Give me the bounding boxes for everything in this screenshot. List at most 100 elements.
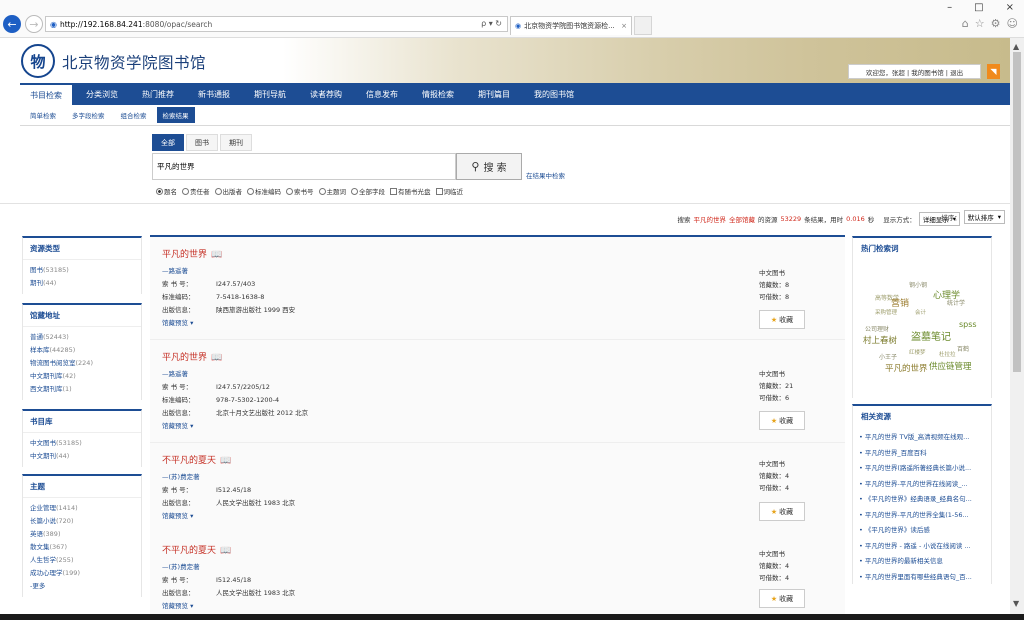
settings-gear-icon[interactable]: ⚙ <box>991 17 1001 30</box>
scroll-thumb[interactable] <box>1013 52 1021 372</box>
facet-item[interactable]: 中文图书(53185) <box>30 437 134 450</box>
nav-my-library[interactable]: 我的图书馆 <box>524 83 584 105</box>
favorites-star-icon[interactable]: ☆ <box>975 17 985 30</box>
tab-all[interactable]: 全部 <box>152 134 184 151</box>
holdings-preview-toggle[interactable]: 馆藏预览 ▾ <box>162 420 193 430</box>
facet-item[interactable]: 散文集(367) <box>30 541 134 554</box>
search-in-results-link[interactable]: 在结果中检索 <box>526 170 565 180</box>
cloud-word[interactable]: 采购管理 <box>875 308 897 316</box>
related-link[interactable]: 平凡的世界的最新相关信息 <box>859 554 985 570</box>
facet-item[interactable]: 物流图书阅览室(224) <box>30 357 134 370</box>
cloud-word[interactable]: 会计 <box>915 308 926 316</box>
related-link[interactable]: 平凡的世界里面有哪些经典语句_百... <box>859 570 985 586</box>
result-author[interactable]: —路遥著 <box>162 368 188 378</box>
home-icon[interactable]: ⌂ <box>962 17 969 30</box>
nav-journal-guide[interactable]: 期刊导航 <box>244 83 296 105</box>
facet-item[interactable]: 长篇小说(720) <box>30 515 134 528</box>
radio-author[interactable]: 责任者 <box>182 186 210 196</box>
cloud-word[interactable]: 小王子 <box>879 352 897 361</box>
vertical-scrollbar[interactable]: ▲ ▼ <box>1010 38 1024 620</box>
tab-books[interactable]: 图书 <box>186 134 218 151</box>
facet-item[interactable]: 西文期刊库(1) <box>30 383 134 396</box>
radio-call-number[interactable]: 索书号 <box>286 186 314 196</box>
result-title[interactable]: 平凡的世界 📖 <box>162 247 222 260</box>
holdings-preview-toggle[interactable]: 馆藏预览 ▾ <box>162 510 193 520</box>
subnav-multi-field-search[interactable]: 多字段检索 <box>72 110 105 120</box>
related-link[interactable]: 平凡的世界-平凡的世界全集(1-56... <box>859 508 985 524</box>
favorite-button[interactable]: ★ 收藏 <box>759 411 805 430</box>
subnav-simple-search[interactable]: 简单检索 <box>30 110 56 120</box>
facet-item[interactable]: 企业管理(1414) <box>30 502 134 515</box>
scroll-down-icon[interactable]: ▼ <box>1013 599 1019 608</box>
facet-item[interactable]: 中文期刊库(42) <box>30 370 134 383</box>
browser-tab[interactable]: ◉ 北京物资学院图书馆资源检... × <box>510 16 632 35</box>
close-icon[interactable]: × <box>1006 2 1014 13</box>
nav-new-books[interactable]: 新书通报 <box>188 83 240 105</box>
related-link[interactable]: 平凡的世界 - 路遥 - 小说在线阅读 ... <box>859 539 985 555</box>
related-link[interactable]: 《平凡的世界》读后感 <box>859 523 985 539</box>
result-author[interactable]: —(苏)费定著 <box>162 561 200 571</box>
result-title[interactable]: 平凡的世界 📖 <box>162 350 222 363</box>
related-link[interactable]: 《平凡的世界》经典语录_经典名句... <box>859 492 985 508</box>
holdings-preview-toggle[interactable]: 馆藏预览 ▾ <box>162 317 193 327</box>
result-author[interactable]: —路遥著 <box>162 265 188 275</box>
result-title[interactable]: 不平凡的夏天 📖 <box>162 453 231 466</box>
cloud-word[interactable]: 钢小钢 <box>909 280 927 289</box>
radio-subject[interactable]: 主题词 <box>318 186 346 196</box>
smiley-icon[interactable]: ☺ <box>1007 17 1018 30</box>
minimize-icon[interactable]: – <box>947 2 952 13</box>
related-link[interactable]: 平凡的世界 TV版_高清视频在线观... <box>859 430 985 446</box>
address-bar[interactable]: ◉ http://192.168.84.241:8080/opac/search… <box>45 16 508 32</box>
back-icon[interactable]: ← <box>3 15 21 33</box>
favorite-button[interactable]: ★ 收藏 <box>759 310 805 329</box>
rss-icon[interactable]: ◥ <box>987 64 1000 79</box>
nav-category-browse[interactable]: 分类浏览 <box>76 83 128 105</box>
tab-journals[interactable]: 期刊 <box>220 134 252 151</box>
facet-item[interactable]: 样本库(44285) <box>30 344 134 357</box>
cloud-word[interactable]: 公司理财 <box>865 324 889 333</box>
facet-more-link[interactable]: -更多 <box>30 580 134 593</box>
radio-title[interactable]: 题名 <box>156 186 177 196</box>
cloud-word[interactable]: 红楼梦 <box>909 348 926 356</box>
checkbox-proximity[interactable]: 词临近 <box>435 186 463 196</box>
cloud-word[interactable]: 盗墓笔记 <box>911 328 951 343</box>
tab-close-icon[interactable]: × <box>621 22 627 30</box>
subnav-combined-search[interactable]: 组合检索 <box>121 110 147 120</box>
facet-item[interactable]: 期刊(44) <box>30 277 134 290</box>
address-controls[interactable]: ρ ▾ ↻ <box>481 19 502 28</box>
scroll-up-icon[interactable]: ▲ <box>1013 42 1019 51</box>
result-title[interactable]: 不平凡的夏天 📖 <box>162 543 231 556</box>
cloud-word[interactable]: 平凡的世界 <box>885 362 928 374</box>
new-tab-button[interactable] <box>634 16 652 35</box>
subnav-search-results[interactable]: 检索结果 <box>156 107 195 123</box>
holdings-preview-toggle[interactable]: 馆藏预览 ▾ <box>162 600 193 610</box>
search-button[interactable]: ⚲ 搜 索 <box>456 153 522 180</box>
forward-icon[interactable]: → <box>25 15 43 33</box>
cloud-word[interactable]: 统计学 <box>947 298 965 307</box>
facet-item[interactable]: 人生哲学(255) <box>30 554 134 567</box>
nav-info-publish[interactable]: 信息发布 <box>356 83 408 105</box>
cloud-word[interactable]: 杜拉拉 <box>939 350 956 358</box>
cloud-word[interactable]: 供应链管理 <box>929 360 972 372</box>
related-link[interactable]: 平凡的世界_百度百科 <box>859 446 985 462</box>
sort-select[interactable]: 默认排序 ▾ <box>963 210 1005 224</box>
radio-standard-code[interactable]: 标准编码 <box>247 186 281 196</box>
maximize-icon[interactable]: □ <box>974 2 983 13</box>
facet-item[interactable]: 图书(53185) <box>30 264 134 277</box>
related-link[interactable]: 平凡的世界-平凡的世界在线阅读_... <box>859 477 985 493</box>
facet-item[interactable]: 英语(389) <box>30 528 134 541</box>
cloud-word[interactable]: 百鹤 <box>957 344 969 353</box>
favorite-button[interactable]: ★ 收藏 <box>759 502 805 521</box>
facet-item[interactable]: 普通(52443) <box>30 331 134 344</box>
nav-journal-articles[interactable]: 期刊篇目 <box>468 83 520 105</box>
related-link[interactable]: 平凡的世界(路遥所著经典长篇小说... <box>859 461 985 477</box>
cloud-word[interactable]: spss <box>959 320 977 329</box>
cloud-word[interactable]: 村上春树 <box>863 334 897 346</box>
radio-all-fields[interactable]: 全部字段 <box>351 186 385 196</box>
nav-intel-search[interactable]: 情报检索 <box>412 83 464 105</box>
nav-reader-recommend[interactable]: 读者荐购 <box>300 83 352 105</box>
result-author[interactable]: —(苏)费定著 <box>162 471 200 481</box>
facet-item[interactable]: 中文期刊(44) <box>30 450 134 463</box>
nav-bibliographic-search[interactable]: 书目检索 <box>20 83 72 105</box>
nav-hot-recommend[interactable]: 热门推荐 <box>132 83 184 105</box>
